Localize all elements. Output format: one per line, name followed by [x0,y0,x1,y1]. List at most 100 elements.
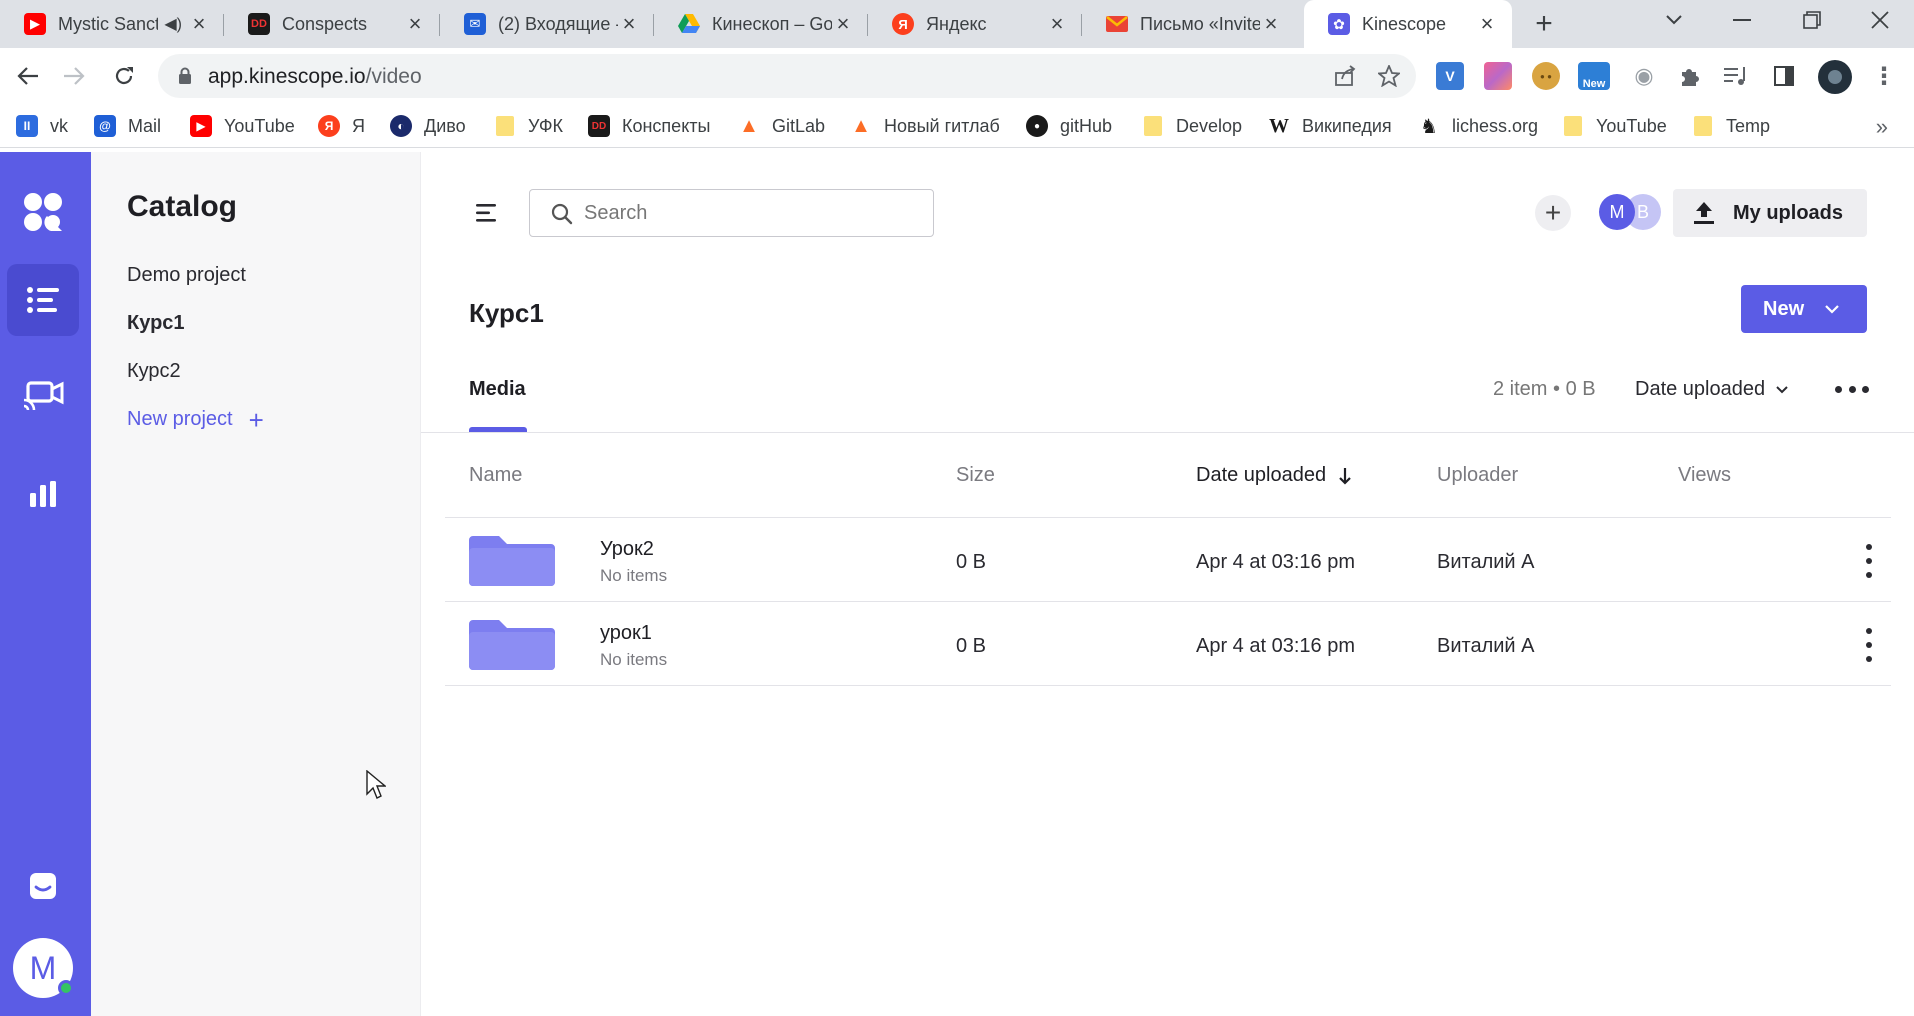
browser-tab-active[interactable]: ✿ Kinescope × [1304,0,1512,48]
project-item-kurs1[interactable]: Курс1 [127,312,185,335]
table-row[interactable]: урок1 No items 0 B Apr 4 at 03:16 pm Вит… [445,602,1891,686]
row-menu-icon[interactable] [1865,628,1873,662]
column-header-size[interactable]: Size [956,464,995,487]
record-extension-icon[interactable]: ◉ [1630,62,1658,90]
browser-menu-icon[interactable]: ⋮ [1870,62,1898,90]
row-uploader: Виталий А [1437,551,1535,573]
bookmark-divo[interactable]: ◐ Диво [390,114,466,138]
restore-icon[interactable] [1784,0,1840,40]
tab-search-icon[interactable] [1646,0,1702,40]
browser-tab[interactable]: ✉ (2) Входящие - Почта Mail.ru × [440,0,654,48]
table-row[interactable]: Урок2 No items 0 B Apr 4 at 03:16 pm Вит… [445,518,1891,602]
bookmark-new-gitlab[interactable]: ▲ Новый гитлаб [850,114,1000,138]
extensions-puzzle-icon[interactable] [1676,62,1704,90]
invite-member-button[interactable]: + [1535,195,1571,231]
project-item-demo[interactable]: Demo project [127,264,246,287]
new-button[interactable]: New [1741,285,1867,333]
browser-tab[interactable]: Письмо «Invite to Kinescope» × [1082,0,1296,48]
page-title: Курс1 [469,298,544,328]
member-avatar[interactable]: M [1599,194,1635,230]
bookmark-lichess[interactable]: ♞ lichess.org [1418,114,1538,138]
close-window-icon[interactable] [1852,0,1908,40]
tab-media[interactable]: Media [469,378,526,401]
forward-icon[interactable] [58,60,90,92]
chevron-down-icon [1825,305,1839,314]
folder-icon [1564,116,1582,136]
project-item-kurs2[interactable]: Курс2 [127,360,181,383]
support-chat-icon[interactable] [7,850,79,922]
profile-avatar-icon[interactable] [1818,60,1852,94]
share-icon[interactable] [1334,65,1358,87]
browser-tab[interactable]: ▶ Mystic Sanctuary - Ivor Kane (feat. Gi… [0,0,224,48]
browser-tab[interactable]: Я Яндекс × [868,0,1082,48]
my-uploads-button[interactable]: My uploads [1673,189,1867,237]
bookmark-label: YouTube [224,115,295,136]
bookmark-wikipedia[interactable]: W Википедия [1268,114,1392,138]
browser-toolbar: app.kinescope.io/video [0,48,1914,104]
new-extension-icon[interactable]: New [1578,62,1610,90]
bookmark-label: Temp [1726,115,1771,136]
browser-tab[interactable]: Кинескоп – Google Диск × [654,0,868,48]
more-options-icon[interactable] [1835,374,1869,404]
reading-list-icon[interactable] [1722,62,1750,90]
column-header-views[interactable]: Views [1678,464,1731,487]
close-tab-icon[interactable]: × [188,11,210,36]
bookmark-label: Диво [424,115,466,136]
address-bar[interactable]: app.kinescope.io/video [158,54,1416,98]
yandex-icon: Я [318,115,340,137]
bookmark-vk[interactable]: II vk [16,114,68,138]
analytics-chart-icon[interactable] [7,458,79,530]
column-header-uploader[interactable]: Uploader [1437,464,1518,487]
minimize-icon[interactable] [1714,0,1770,40]
gradient-extension-icon[interactable] [1484,62,1512,90]
browser-tab[interactable]: DD Conspects × [224,0,440,48]
bookmark-folder-ufk[interactable]: УФК [496,114,563,138]
bookmark-yandex[interactable]: ЯЯ [318,114,365,138]
plus-icon: + [1544,197,1562,228]
row-menu-icon[interactable] [1865,544,1873,578]
bookmark-github[interactable]: ● gitHub [1026,114,1112,138]
bookmark-youtube[interactable]: ▶ YouTube [190,114,295,138]
v-extension-icon[interactable]: V [1436,62,1464,90]
github-icon: ● [1026,115,1048,137]
catalog-list-icon[interactable] [7,264,79,336]
speaker-icon[interactable]: ◀︎) [164,14,182,34]
bookmarks-more-button[interactable]: » [1876,114,1888,140]
menu-toggle-icon[interactable] [476,202,498,224]
bookmark-label: gitHub [1060,115,1113,136]
folder-icon [469,620,555,670]
close-tab-icon[interactable]: × [404,11,426,36]
close-tab-icon[interactable]: × [1260,11,1282,36]
bookmark-folder-youtube[interactable]: YouTube [1564,114,1667,138]
dd-icon: DD [248,13,270,35]
close-tab-icon[interactable]: × [1046,11,1068,36]
back-icon[interactable] [12,60,44,92]
sort-dropdown[interactable]: Date uploaded [1635,378,1789,401]
close-tab-icon[interactable]: × [1476,11,1498,36]
reload-icon[interactable] [108,60,140,92]
column-header-date[interactable]: Date uploaded [1196,464,1352,487]
new-tab-icon[interactable]: + [1528,7,1560,40]
bookmark-conspects[interactable]: DD Конспекты [588,114,710,138]
column-header-name[interactable]: Name [469,464,522,487]
close-tab-icon[interactable]: × [618,11,640,36]
tab-title: Кинескоп – Google Диск [712,13,832,34]
bookmark-mail[interactable]: @ Mail [94,114,161,138]
bookmark-gitlab[interactable]: ▲ GitLab [738,114,825,138]
new-project-button[interactable]: New project + [127,407,264,433]
search-input[interactable] [584,198,914,228]
column-header-date-label: Date uploaded [1196,464,1327,486]
folder-icon [1144,116,1162,136]
catalog-sidebar: Catalog Demo project Курс1 Курс2 New pro… [91,152,421,1016]
row-date: Apr 4 at 03:16 pm [1196,551,1355,573]
live-stream-icon[interactable] [7,360,79,432]
kinescope-icon: ✿ [1328,13,1350,35]
close-tab-icon[interactable]: × [832,11,854,36]
bookmark-folder-develop[interactable]: Develop [1144,114,1242,138]
kinescope-logo-icon[interactable] [7,176,79,248]
bookmark-folder-temp[interactable]: Temp [1694,114,1770,138]
side-panel-icon[interactable] [1770,62,1798,90]
cookie-extension-icon[interactable]: ● ● [1532,62,1560,90]
new-project-label: New project [127,408,233,430]
bookmark-star-icon[interactable] [1378,65,1400,87]
